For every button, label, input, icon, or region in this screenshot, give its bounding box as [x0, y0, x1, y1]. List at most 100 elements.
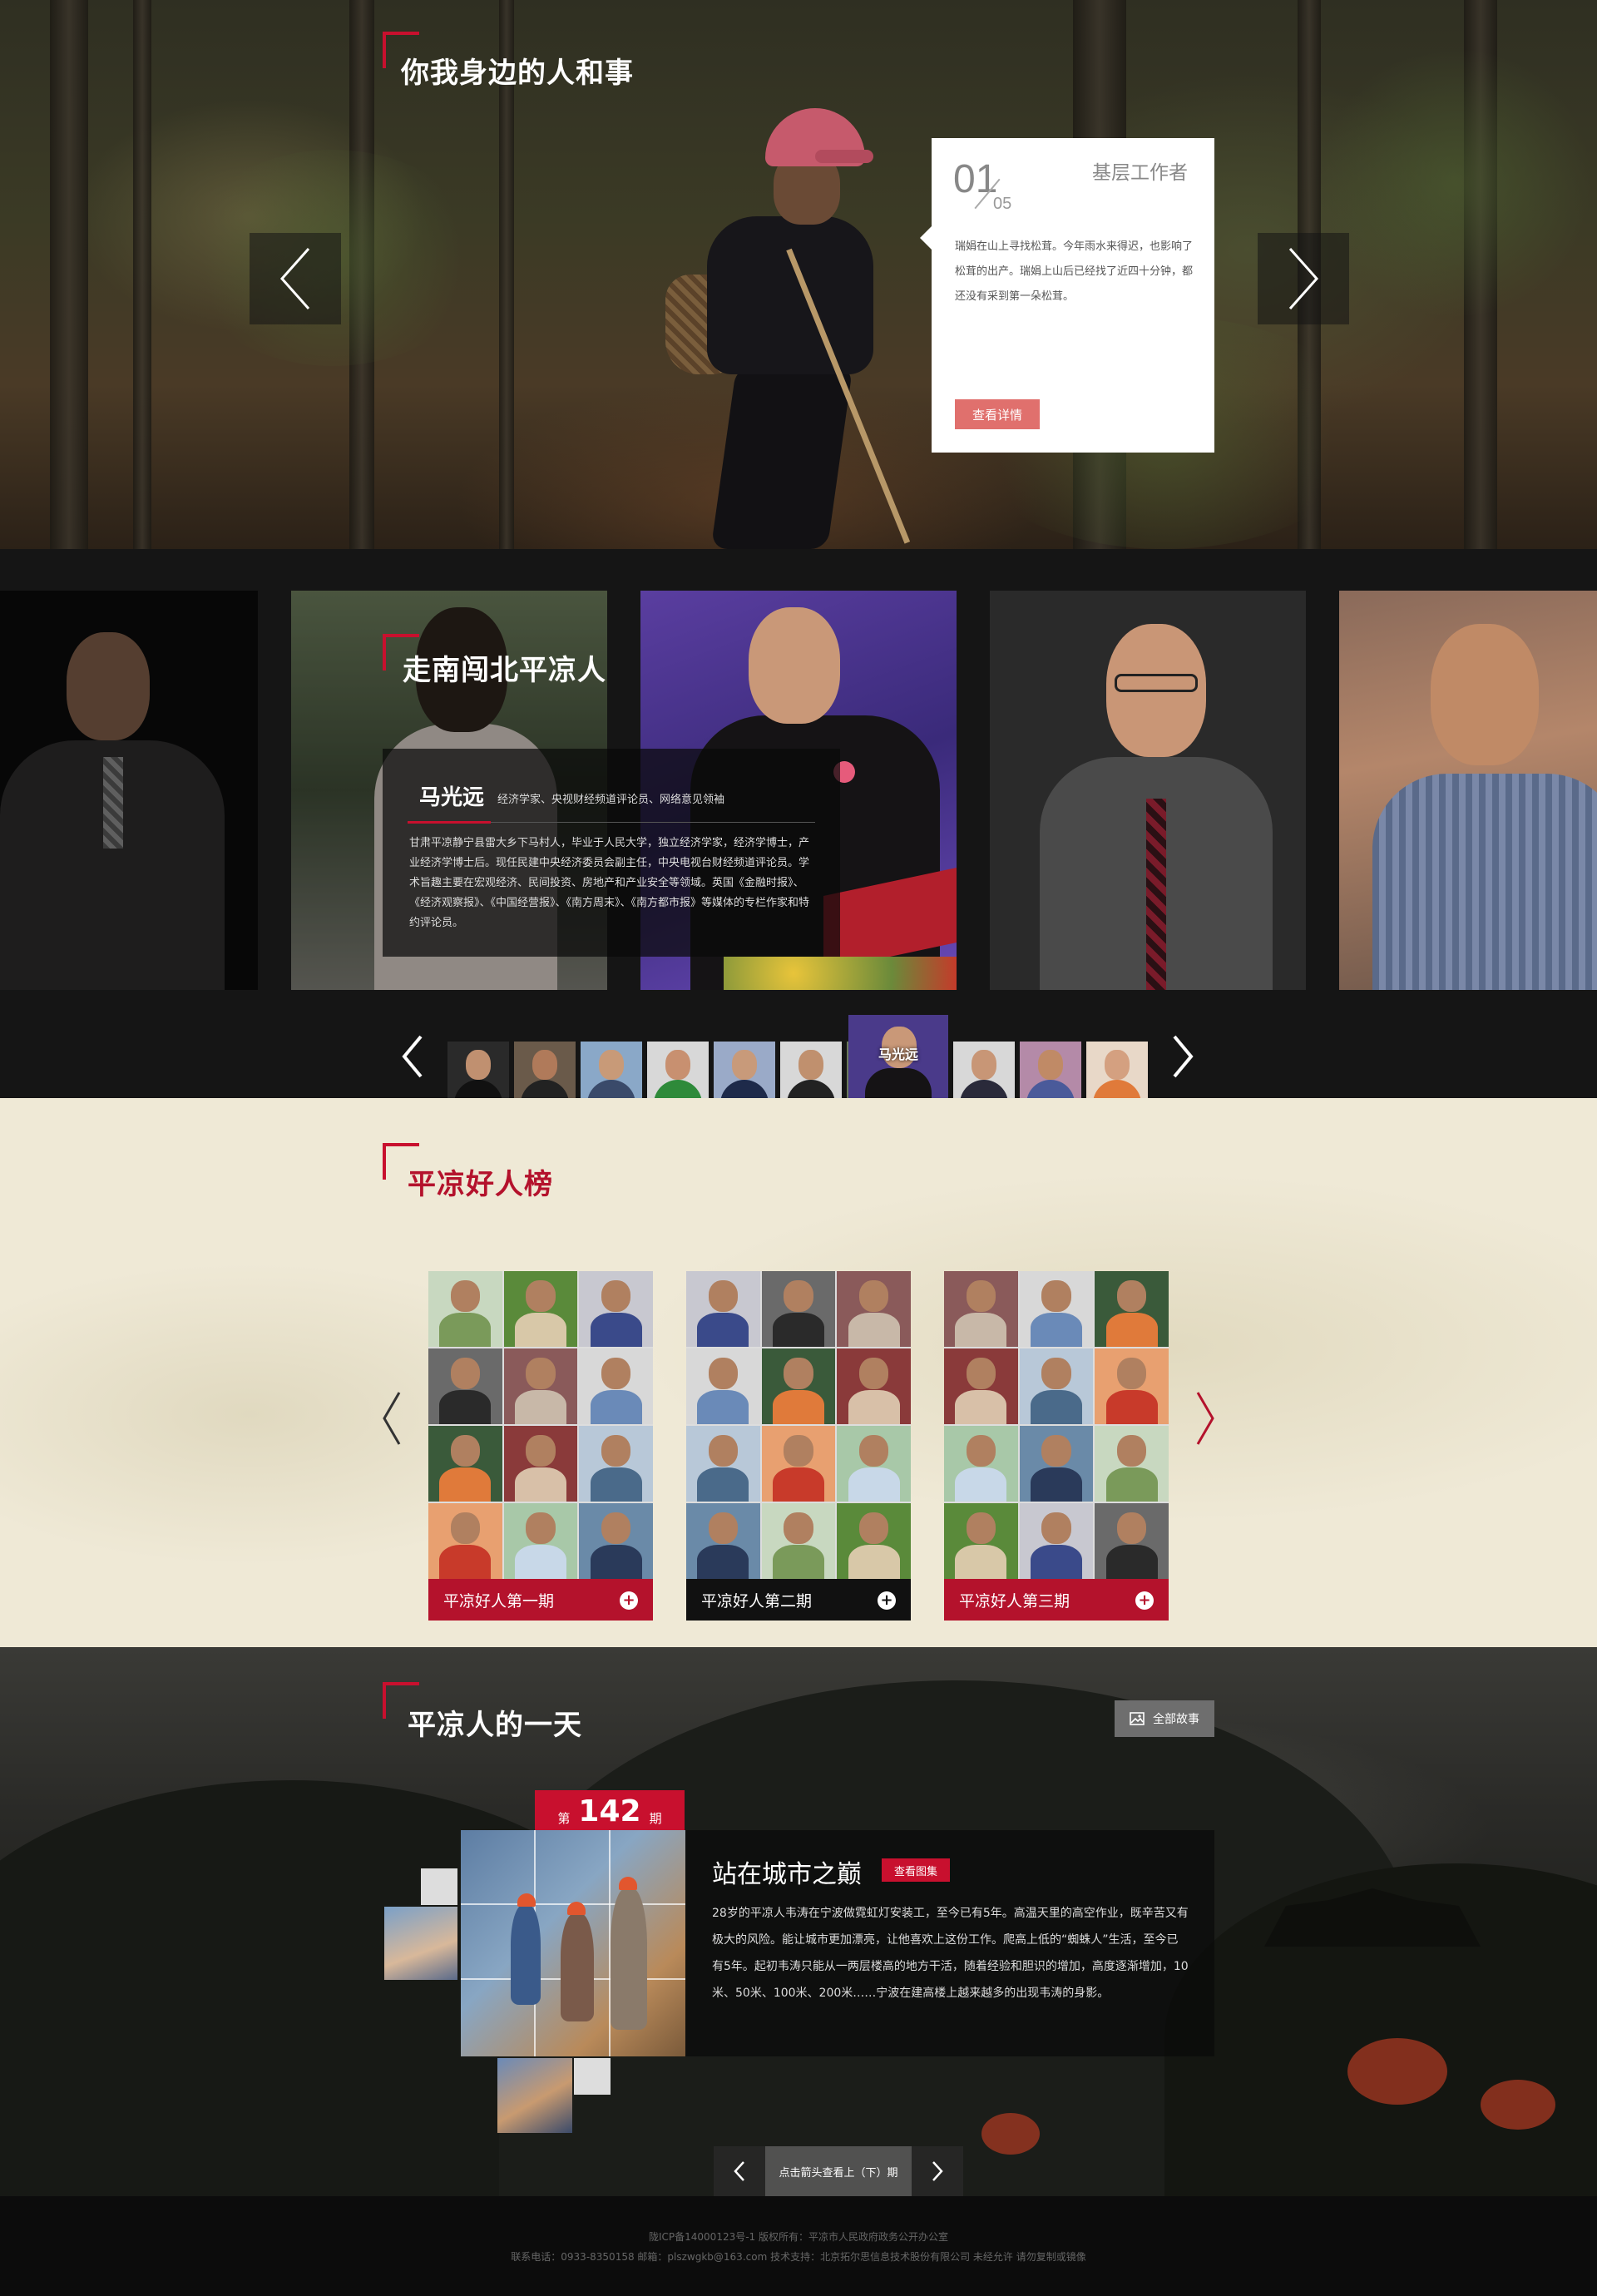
chevron-left-icon — [279, 248, 310, 309]
good-person-photo — [503, 1271, 578, 1347]
good-people-photo-grid — [686, 1271, 911, 1579]
good-person-photo — [503, 1503, 578, 1579]
issue-navigation: 点击箭头查看上（下）期 — [714, 2146, 963, 2196]
red-foliage — [1481, 2080, 1555, 2130]
good-person-photo — [837, 1426, 911, 1502]
person-thumbnail[interactable] — [714, 1042, 775, 1103]
hero-section: 你我身边的人和事 01 05 基层工作者 瑞娟在山上寻找松茸。今年雨水来得迟，也… — [0, 0, 1597, 549]
good-person-photo — [1019, 1348, 1094, 1424]
issue-suffix: 期 — [649, 1811, 662, 1826]
hero-prev-button[interactable] — [250, 233, 341, 324]
story-description: 28岁的平凉人韦涛在宁波做霓虹灯安装工，至今已有5年。高温天里的高空作业，既辛苦… — [712, 1907, 1189, 2000]
issue-number: 142 — [578, 1794, 641, 1828]
good-people-issue-card[interactable]: 平凉好人第三期 + — [944, 1271, 1169, 1621]
good-people-photo-grid — [944, 1271, 1169, 1579]
person-thumbnail[interactable] — [953, 1042, 1015, 1103]
issue-label: 平凉好人第三期 — [959, 1591, 1070, 1611]
person-thumbnail[interactable] — [647, 1042, 709, 1103]
person-title: 经济学家、央视财经频道评论员、网络意见领袖 — [497, 794, 725, 806]
divider-accent — [408, 821, 491, 824]
good-prev-button[interactable] — [379, 1389, 404, 1447]
tree-trunk — [133, 0, 151, 549]
previous-issue-button[interactable] — [714, 2146, 765, 2196]
slide-current-number: 01 — [953, 157, 998, 201]
story-photo-collage[interactable] — [384, 1830, 685, 2133]
people-section-title: 走南闯北平凉人 — [403, 654, 606, 687]
person-thumbnail[interactable] — [1020, 1042, 1081, 1103]
good-person-photo — [1019, 1426, 1094, 1502]
good-people-section: 平凉好人榜 平凉好人第一期 + 平凉好人第二期 + 平凉好人第三期 + — [0, 1098, 1597, 1647]
red-foliage — [981, 2113, 1040, 2155]
story-title: 站在城市之巅 — [712, 1860, 862, 1889]
footer-copyright: 陇ICP备14000123号-1 版权所有：平凉市人民政府政务公开办公室 — [648, 2231, 948, 2243]
plus-circle-icon: + — [620, 1591, 638, 1610]
good-people-section-title: 平凉好人榜 — [408, 1168, 553, 1201]
person-card[interactable] — [0, 591, 258, 990]
good-person-photo — [1095, 1426, 1169, 1502]
good-person-photo — [761, 1426, 836, 1502]
all-stories-button[interactable]: 全部故事 — [1115, 1700, 1214, 1737]
person-card[interactable] — [990, 591, 1306, 990]
good-person-photo — [579, 1348, 653, 1424]
chevron-right-icon — [932, 2161, 943, 2181]
plus-circle-icon: + — [878, 1591, 896, 1610]
footer-contact: 联系电话：0933-8350158 邮箱：plszwgkb@163.com 技术… — [511, 2251, 1086, 2263]
chevron-right-icon — [1196, 1392, 1214, 1445]
active-thumbnail-label: 马光远 — [878, 1047, 918, 1062]
story-main-photo — [461, 1830, 685, 2056]
chevron-right-icon — [1173, 1035, 1194, 1078]
good-person-photo — [944, 1503, 1018, 1579]
thumbs-next-button[interactable] — [1166, 1032, 1199, 1081]
featured-person-info: 马光远 经济学家、央视财经频道评论员、网络意见领袖 甘肃平凉静宁县雷大乡下马村人… — [383, 749, 840, 957]
plus-circle-icon: + — [1135, 1591, 1154, 1610]
person-thumbnail-active[interactable]: 马光远 — [848, 1015, 948, 1106]
good-person-photo — [579, 1426, 653, 1502]
slide-total-number: 05 — [993, 195, 1012, 213]
people-section: 走南闯北平凉人 马光远 经济学家、央视财经频道评论员、网络意见领袖 甘肃平凉静宁… — [0, 549, 1597, 1106]
good-person-photo — [944, 1348, 1018, 1424]
person-thumbnail-strip: 马光远 — [0, 998, 1597, 1106]
good-person-photo — [1019, 1503, 1094, 1579]
person-thumbnail[interactable] — [1086, 1042, 1148, 1103]
good-person-photo — [686, 1271, 760, 1347]
good-people-photo-grid — [428, 1271, 653, 1579]
hero-photo-subject — [582, 100, 932, 549]
person-thumbnail[interactable] — [514, 1042, 576, 1103]
hero-next-button[interactable] — [1258, 233, 1349, 324]
person-thumbnail[interactable] — [447, 1042, 509, 1103]
thumbs-prev-button[interactable] — [396, 1032, 429, 1081]
person-description: 甘肃平凉静宁县雷大乡下马村人，毕业于人民大学，独立经济学家，经济学博士，产业经济… — [409, 837, 810, 929]
story-category: 基层工作者 — [1092, 162, 1188, 184]
all-stories-label: 全部故事 — [1153, 1713, 1199, 1726]
good-person-photo — [1095, 1271, 1169, 1347]
good-people-issue-card[interactable]: 平凉好人第一期 + — [428, 1271, 653, 1621]
hero-story-card: 01 05 基层工作者 瑞娟在山上寻找松茸。今年雨水来得迟，也影响了松茸的出产。… — [920, 138, 1214, 453]
person-thumbnail[interactable] — [581, 1042, 642, 1103]
good-next-button[interactable] — [1193, 1389, 1218, 1447]
good-person-photo — [428, 1348, 502, 1424]
issue-label: 平凉好人第一期 — [443, 1591, 555, 1611]
story-description: 瑞娟在山上寻找松茸。今年雨水来得迟，也影响了松茸的出产。瑞娟上山后已经找了近四十… — [955, 240, 1194, 303]
person-name: 马光远 — [419, 785, 485, 810]
view-details-button[interactable]: 查看详情 — [955, 399, 1040, 429]
footer: 陇ICP备14000123号-1 版权所有：平凉市人民政府政务公开办公室 联系电… — [0, 2196, 1597, 2296]
foliage — [1314, 50, 1597, 316]
hero-section-title: 你我身边的人和事 — [401, 57, 634, 90]
good-person-photo — [428, 1503, 502, 1579]
good-person-photo — [1019, 1271, 1094, 1347]
person-card[interactable] — [1339, 591, 1597, 990]
good-person-photo — [1095, 1348, 1169, 1424]
one-day-section-title: 平凉人的一天 — [408, 1709, 582, 1742]
good-people-issue-card[interactable]: 平凉好人第二期 + — [686, 1271, 911, 1621]
chevron-right-icon — [1288, 248, 1319, 309]
next-issue-button[interactable] — [912, 2146, 963, 2196]
image-icon — [1130, 1712, 1145, 1725]
person-thumbnail[interactable] — [780, 1042, 842, 1103]
good-person-photo — [837, 1271, 911, 1347]
view-gallery-button[interactable]: 查看图集 — [882, 1858, 950, 1882]
good-person-photo — [686, 1503, 760, 1579]
issue-label-bar: 平凉好人第二期 + — [686, 1579, 911, 1621]
good-person-photo — [579, 1271, 653, 1347]
chevron-left-icon — [734, 2161, 744, 2181]
issue-label-bar: 平凉好人第三期 + — [944, 1579, 1169, 1621]
